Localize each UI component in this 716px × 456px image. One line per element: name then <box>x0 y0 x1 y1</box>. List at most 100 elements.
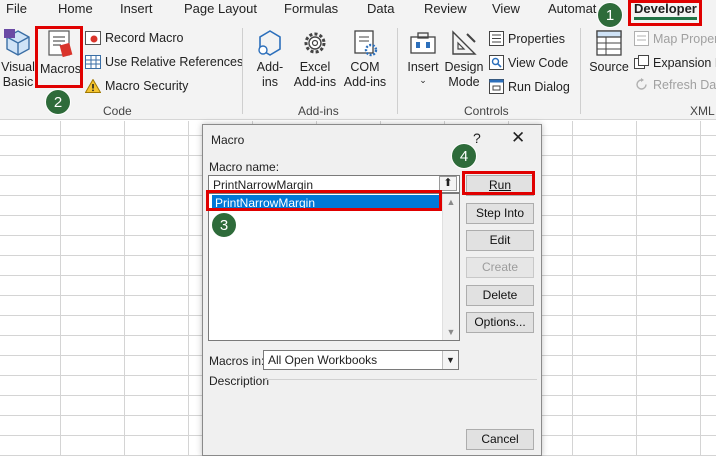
macros-in-value: All Open Workbooks <box>268 353 378 367</box>
macros-in-label: Macros in: <box>209 354 265 368</box>
edit-button[interactable]: Edit <box>466 230 534 251</box>
xml-source-button[interactable]: Source <box>586 28 632 75</box>
controls-group-label: Controls <box>464 104 509 118</box>
options-button[interactable]: Options... <box>466 312 534 333</box>
properties-button[interactable]: Properties <box>489 31 565 46</box>
ribbon: Visual Basic Macros Record Macro Use Rel… <box>0 22 716 120</box>
tab-insert[interactable]: Insert <box>120 1 153 16</box>
dialog-title: Macro <box>211 133 245 147</box>
design-mode-icon <box>452 30 477 55</box>
view-code-label: View Code <box>508 55 569 70</box>
highlight-run-button <box>462 171 535 195</box>
add-ins-button[interactable]: Add- ins <box>252 28 288 90</box>
step-into-button[interactable]: Step Into <box>466 203 534 224</box>
delete-button-label: Delete <box>482 288 518 302</box>
excel-add-ins-label: Excel Add-ins <box>293 60 337 89</box>
map-properties-button[interactable]: Map Proper <box>634 31 716 46</box>
view-code-button[interactable]: View Code <box>489 55 568 70</box>
chevron-down-icon[interactable]: ▼ <box>442 351 458 369</box>
description-divider <box>265 379 537 380</box>
tab-review[interactable]: Review <box>424 1 467 16</box>
properties-icon <box>489 31 504 46</box>
properties-label: Properties <box>508 31 565 46</box>
refresh-data-label: Refresh Data <box>653 77 716 92</box>
macro-security-label: Macro Security <box>105 79 189 93</box>
edit-button-label: Edit <box>489 233 511 247</box>
step-badge-2: 2 <box>45 89 71 115</box>
map-properties-label: Map Proper <box>653 31 716 46</box>
add-ins-icon <box>258 30 281 56</box>
step-badge-1: 1 <box>597 2 623 28</box>
tab-formulas[interactable]: Formulas <box>284 1 338 16</box>
macros-in-select[interactable]: All Open Workbooks ▼ <box>263 350 459 370</box>
ribbon-separator <box>580 28 581 114</box>
map-properties-icon <box>634 31 649 46</box>
macro-name-label-text: Macro name: <box>209 160 280 174</box>
highlight-developer-tab <box>628 0 702 26</box>
relative-references-icon <box>85 55 101 69</box>
macro-list[interactable]: PrintNarrowMargin ▲ ▼ <box>208 193 460 341</box>
run-dialog-button[interactable]: Run Dialog <box>489 79 570 94</box>
code-group-label: Code <box>103 104 132 118</box>
close-icon[interactable]: ✕ <box>511 128 525 148</box>
step-badge-4: 4 <box>451 143 477 169</box>
refedit-up-arrow-icon[interactable]: ⬆ <box>439 176 457 191</box>
visual-basic-label: Visual Basic <box>1 60 35 89</box>
step-badge-3: 3 <box>211 212 237 238</box>
insert-control-label: Insert <box>407 60 439 74</box>
record-macro-label: Record Macro <box>105 31 184 45</box>
visual-basic-button[interactable]: Visual Basic <box>0 28 36 90</box>
record-macro-button[interactable]: Record Macro <box>85 31 184 45</box>
ribbon-separator <box>242 28 243 114</box>
xml-source-label: Source <box>589 60 629 74</box>
run-dialog-icon <box>489 79 504 94</box>
description-label: Description <box>209 374 270 388</box>
com-add-ins-icon <box>354 30 378 57</box>
macro-name-label: Macro name: <box>209 160 279 174</box>
use-relative-references-label: Use Relative References <box>105 55 244 69</box>
record-macro-icon <box>85 31 101 45</box>
help-button[interactable]: ? <box>473 130 481 146</box>
cancel-button-label: Cancel <box>481 432 519 446</box>
delete-button[interactable]: Delete <box>466 285 534 306</box>
com-add-ins-label: COM Add-ins <box>343 60 387 89</box>
gear-icon <box>304 32 326 54</box>
expansion-packs-button[interactable]: Expansion P <box>634 55 716 70</box>
visual-basic-icon <box>4 29 30 56</box>
tab-home[interactable]: Home <box>58 1 93 16</box>
list-scrollbar[interactable]: ▲ ▼ <box>442 194 459 340</box>
cancel-button[interactable]: Cancel <box>466 429 534 450</box>
design-mode-label: Design Mode <box>444 60 484 89</box>
step-into-button-label: Step Into <box>475 206 525 220</box>
tab-data[interactable]: Data <box>367 1 394 16</box>
tab-view[interactable]: View <box>492 1 520 16</box>
tab-file[interactable]: File <box>6 1 27 16</box>
tab-automate[interactable]: Automat <box>548 1 596 16</box>
toolbox-icon <box>410 32 436 54</box>
xml-source-icon <box>596 30 622 56</box>
refresh-icon <box>636 78 647 90</box>
use-relative-references-button[interactable]: Use Relative References <box>85 55 243 69</box>
add-ins-label: Add- ins <box>256 60 284 89</box>
com-add-ins-button[interactable]: COM Add-ins <box>342 28 388 90</box>
excel-add-ins-button[interactable]: Excel Add-ins <box>292 28 338 90</box>
xml-group-label: XML <box>690 104 715 118</box>
warning-icon <box>85 79 101 93</box>
design-mode-button[interactable]: Design Mode <box>444 28 484 90</box>
highlight-macro-list-item <box>206 190 442 211</box>
refresh-data-button[interactable]: Refresh Data <box>634 77 716 92</box>
create-button[interactable]: Create <box>466 257 534 278</box>
expansion-packs-label: Expansion P <box>653 55 716 70</box>
options-button-label: Options... <box>474 315 526 329</box>
expansion-packs-icon <box>634 55 649 69</box>
tab-page-layout[interactable]: Page Layout <box>184 1 257 16</box>
add-ins-group-label: Add-ins <box>298 104 339 118</box>
insert-control-button[interactable]: Insert ⌄ <box>404 28 442 85</box>
run-dialog-label: Run Dialog <box>508 79 570 94</box>
macro-security-button[interactable]: Macro Security <box>85 79 188 93</box>
chevron-down-icon: ⌄ <box>419 75 427 85</box>
create-button-label: Create <box>481 260 519 274</box>
highlight-macros-button <box>35 26 83 88</box>
scroll-down-icon[interactable]: ▼ <box>443 324 459 340</box>
scroll-up-icon[interactable]: ▲ <box>443 194 459 210</box>
